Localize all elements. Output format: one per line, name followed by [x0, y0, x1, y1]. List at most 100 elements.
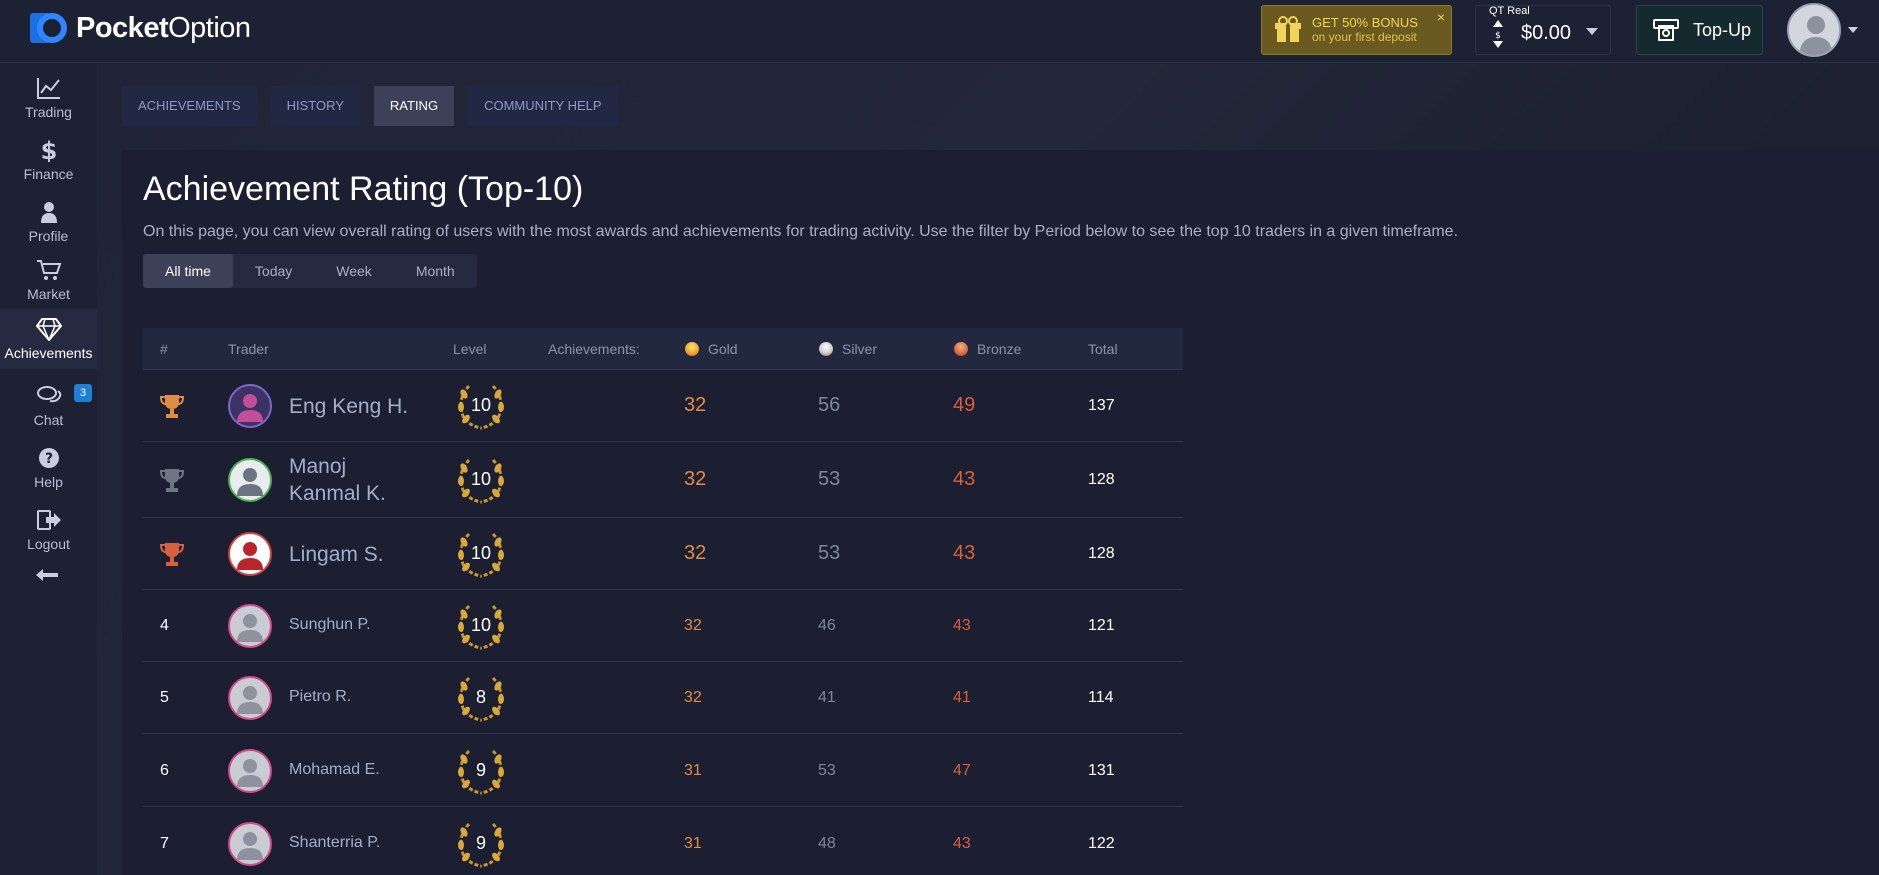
sidebar-item-help[interactable]: ? Help	[0, 438, 97, 498]
trader-avatar	[228, 676, 272, 720]
tab-history[interactable]: HISTORY	[270, 86, 360, 126]
level-badge: 9	[453, 818, 509, 875]
atm-icon	[1653, 19, 1679, 41]
header-gold: Gold	[685, 341, 738, 357]
period-month[interactable]: Month	[394, 254, 477, 288]
trader-name[interactable]: Shanterria P.	[289, 834, 380, 852]
gold-count: 32	[684, 468, 707, 490]
chevron-down-icon	[1586, 28, 1598, 35]
sidebar-item-trading[interactable]: Trading	[0, 68, 97, 128]
level-number: 9	[475, 759, 486, 780]
arrow-left-icon	[36, 569, 58, 581]
achievements-tabs: ACHIEVEMENTS HISTORY RATING COMMUNITY HE…	[122, 86, 632, 126]
trader-name[interactable]: Lingam S.	[289, 541, 384, 568]
total-count: 137	[1088, 397, 1115, 414]
sidebar-item-achievements[interactable]: Achievements	[0, 309, 97, 369]
table-row[interactable]: 6 Mohamad E. 9 31 53 47 131	[143, 734, 1183, 807]
header-gold-label: Gold	[708, 341, 738, 357]
table-row[interactable]: Eng Keng H. 10 32 56 49 137	[143, 370, 1183, 442]
level-badge: 10	[453, 600, 509, 657]
silver-count: 53	[818, 761, 836, 779]
trader-name[interactable]: Eng Keng H.	[289, 393, 408, 420]
trader-name[interactable]: Sunghun P.	[289, 616, 371, 634]
sidebar-item-chat[interactable]: 3 Chat	[0, 376, 97, 436]
total-count: 128	[1088, 545, 1115, 562]
sidebar-item-label: Market	[27, 286, 70, 302]
bronze-count: 43	[953, 468, 976, 490]
account-balance: $0.00	[1521, 22, 1572, 44]
sidebar-item-profile[interactable]: Profile	[0, 192, 97, 252]
trader-avatar	[228, 532, 272, 576]
gift-icon	[1275, 16, 1301, 42]
rank-number: 4	[160, 617, 169, 634]
table-header: # Trader Level Achievements: Gold Silver…	[143, 328, 1183, 370]
trader-name-line: Shanterria P.	[289, 833, 381, 851]
period-all-time[interactable]: All time	[143, 254, 233, 288]
gold-count: 31	[684, 834, 702, 852]
table-row[interactable]: 5 Pietro R. 8 32 41 41 114	[143, 662, 1183, 734]
silver-count: 56	[818, 394, 841, 416]
account-selector[interactable]: QT Real $ $0.00	[1475, 5, 1611, 55]
total-count: 114	[1088, 689, 1114, 706]
level-badge: 10	[453, 380, 509, 437]
logout-icon	[37, 510, 61, 530]
sidebar-collapse-button[interactable]	[0, 562, 97, 592]
silver-count: 46	[818, 617, 836, 634]
bronze-count: 43	[953, 542, 976, 564]
page-description: On this page, you can view overall ratin…	[143, 223, 1459, 240]
sidebar-item-label: Logout	[27, 536, 70, 552]
tab-rating[interactable]: RATING	[373, 86, 455, 126]
level-badge: 8	[453, 672, 509, 729]
trader-avatar	[228, 821, 272, 866]
level-number: 10	[470, 469, 492, 489]
trader-name[interactable]: Mohamad E.	[289, 761, 380, 779]
dollar-icon: $	[41, 138, 58, 162]
brand-name-thin: Option	[168, 11, 251, 44]
header-level: Level	[453, 341, 487, 357]
silver-count: 41	[818, 689, 836, 706]
top-header: PocketOption GET 50% BONUS on your first…	[0, 0, 1879, 63]
trader-name-line: Manoj	[289, 455, 347, 478]
svg-text:$: $	[1495, 31, 1501, 41]
total-count: 131	[1088, 761, 1115, 779]
brand-logo[interactable]: PocketOption	[28, 10, 251, 46]
sidebar-item-label: Finance	[23, 166, 74, 182]
tab-community-help[interactable]: COMMUNITY HELP	[468, 86, 618, 126]
table-row[interactable]: 4 Sunghun P. 10 32 46 43 121	[143, 590, 1183, 662]
chat-icon	[37, 386, 62, 403]
trader-name[interactable]: Pietro R.	[289, 688, 351, 706]
level-number: 10	[470, 543, 492, 563]
top-up-button[interactable]: Top-Up	[1636, 5, 1763, 55]
sidebar-item-label: Chat	[33, 412, 64, 428]
header-achievements: Achievements:	[548, 341, 640, 357]
trader-name-line: Eng Keng H.	[289, 394, 409, 418]
user-avatar[interactable]	[1787, 3, 1841, 57]
header-rank: #	[160, 341, 168, 357]
header-bronze-label: Bronze	[977, 341, 1022, 357]
sidebar-item-logout[interactable]: Logout	[0, 500, 97, 560]
sidebar-item-market[interactable]: Market	[0, 250, 97, 310]
period-today[interactable]: Today	[233, 254, 314, 288]
tab-achievements[interactable]: ACHIEVEMENTS	[122, 86, 257, 126]
bonus-subtitle: on your first deposit	[1312, 30, 1417, 44]
trader-avatar	[228, 748, 272, 793]
user-menu-chevron-icon[interactable]	[1848, 27, 1858, 33]
header-trader: Trader	[228, 341, 269, 357]
table-row[interactable]: Lingam S. 10 32 53 43 128	[143, 518, 1183, 590]
table-row[interactable]: Manoj Kanmal K. 10 32 53 43 128	[143, 442, 1183, 518]
period-week[interactable]: Week	[314, 254, 394, 288]
level-badge: 10	[453, 528, 509, 585]
bonus-banner[interactable]: GET 50% BONUS on your first deposit ×	[1261, 5, 1452, 55]
silver-trophy-icon	[159, 469, 185, 492]
bronze-count: 43	[953, 617, 971, 634]
close-icon[interactable]: ×	[1437, 10, 1445, 24]
sidebar-item-label: Achievements	[4, 345, 93, 361]
trader-name[interactable]: Manoj Kanmal K.	[289, 453, 386, 507]
sidebar-item-finance[interactable]: $ Finance	[0, 130, 97, 190]
table-row[interactable]: 7 Shanterria P. 9 31 48 43 122	[143, 807, 1183, 875]
rating-table: # Trader Level Achievements: Gold Silver…	[143, 328, 1183, 875]
bronze-count: 47	[953, 761, 971, 779]
chart-line-icon	[37, 78, 60, 99]
bronze-count: 43	[953, 834, 971, 852]
sidebar: Trading $ Finance Profile Market Achieve…	[0, 64, 97, 875]
